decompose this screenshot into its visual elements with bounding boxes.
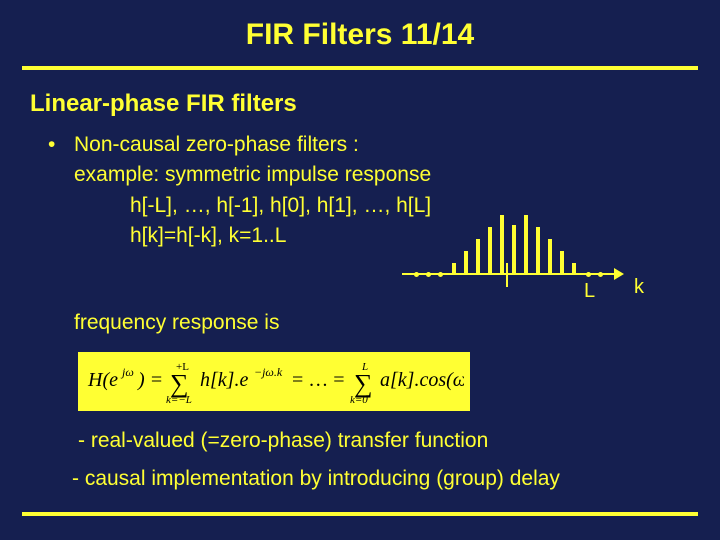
svg-text:H(e: H(e <box>87 369 118 391</box>
svg-text:−jω.k: −jω.k <box>254 365 283 379</box>
impulse-stem <box>476 239 480 275</box>
svg-text:k=0: k=0 <box>350 394 368 404</box>
impulse-stem <box>560 251 564 275</box>
frequency-response-formula: H(e jω ) = +L ∑ k=−L h[k].e −jω.k = … = … <box>78 352 470 411</box>
impulse-stem <box>500 215 504 275</box>
divider-top <box>22 66 698 70</box>
svg-text:= … =: = … = <box>292 369 345 391</box>
bullet-line-1: Non-causal zero-phase filters : <box>48 130 720 160</box>
ellipsis-dot <box>414 272 419 277</box>
impulse-stem <box>488 227 492 275</box>
axis-arrow-icon <box>614 268 624 280</box>
impulse-stem <box>452 263 456 275</box>
ellipsis-dot <box>586 272 591 277</box>
section-heading: Linear-phase FIR filters <box>30 90 720 118</box>
slide-title: FIR Filters 11/14 <box>0 0 720 52</box>
impulse-stem <box>524 215 528 275</box>
ellipsis-dot <box>598 272 603 277</box>
divider-bottom <box>22 512 698 516</box>
impulse-response-diagram: L k <box>402 203 622 299</box>
svg-text:k=−L: k=−L <box>166 394 192 404</box>
impulse-stem <box>548 239 552 275</box>
note-line-1: - real-valued (=zero-phase) transfer fun… <box>78 429 720 453</box>
body-line-2: example: symmetric impulse response <box>48 160 720 190</box>
axis-horizontal <box>402 273 617 275</box>
axis-origin-tick <box>506 263 508 287</box>
impulse-stem <box>572 263 576 275</box>
svg-text:h[k].e: h[k].e <box>200 369 248 391</box>
impulse-stem <box>512 225 516 275</box>
body-line-5: frequency response is <box>48 308 720 338</box>
ellipsis-dot <box>426 272 431 277</box>
svg-text:a[k].cos(ω.k): a[k].cos(ω.k) <box>380 369 464 391</box>
impulse-stem <box>536 227 540 275</box>
axis-label-k: k <box>634 276 644 299</box>
svg-text:) =: ) = <box>137 369 163 391</box>
note-line-2: - causal implementation by introducing (… <box>72 467 720 491</box>
ellipsis-dot <box>438 272 443 277</box>
impulse-stem <box>464 251 468 275</box>
axis-label-L: L <box>584 280 595 303</box>
svg-text:jω: jω <box>120 365 134 379</box>
